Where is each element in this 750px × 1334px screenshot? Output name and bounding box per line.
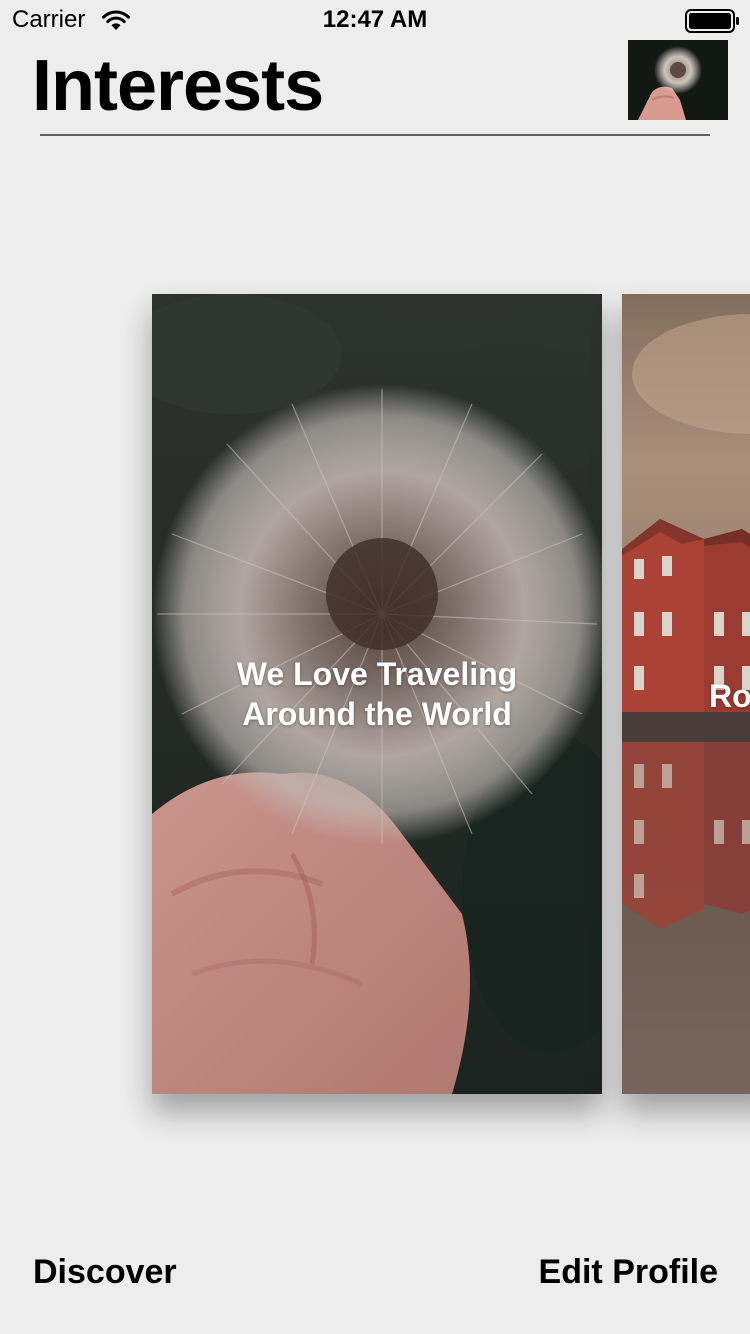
interest-card-next[interactable]: Ro xyxy=(622,294,750,1094)
card-title: We Love Traveling Around the World xyxy=(236,656,518,732)
header-divider xyxy=(40,134,710,136)
dandelion-avatar-icon xyxy=(628,40,728,120)
discover-button[interactable]: Discover xyxy=(33,1250,177,1294)
status-time: 12:47 AM xyxy=(322,6,428,33)
status-bar: Carrier 12:47 AM xyxy=(0,0,750,40)
avatar[interactable] xyxy=(628,40,728,120)
battery-icon xyxy=(685,9,739,33)
page-title: Interests xyxy=(32,46,324,126)
card-title: Ro xyxy=(709,678,750,714)
interest-card[interactable]: We Love Traveling Around the World xyxy=(152,294,602,1094)
edit-profile-button[interactable]: Edit Profile xyxy=(539,1250,718,1294)
